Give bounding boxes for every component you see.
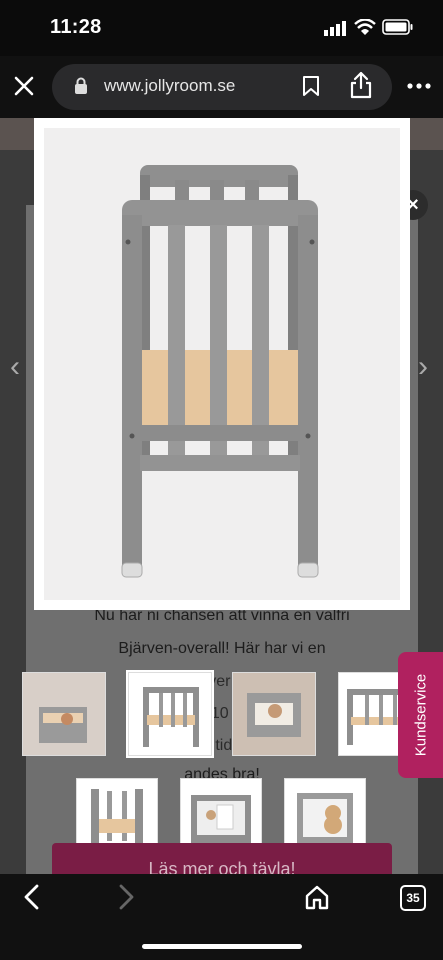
crib-illustration	[121, 165, 319, 578]
customer-service-tab[interactable]: Kundservice	[398, 652, 443, 778]
home-icon[interactable]	[304, 884, 330, 910]
lock-icon	[75, 77, 87, 94]
home-indicator	[142, 944, 302, 949]
wifi-icon	[354, 19, 376, 35]
gallery-thumbnail[interactable]	[22, 672, 106, 756]
status-time: 11:28	[50, 16, 102, 38]
chevron-left-icon[interactable]: ‹	[10, 350, 20, 384]
customer-service-label: Kundservice	[412, 673, 429, 757]
close-icon[interactable]	[14, 76, 34, 96]
chevron-right-icon[interactable]: ›	[418, 350, 428, 384]
forward-arrow-icon[interactable]	[118, 884, 136, 910]
gallery-thumbnail-selected[interactable]	[126, 670, 214, 758]
promo-text-line: Bjärven-overall! Här har vi en	[118, 640, 326, 657]
url-text[interactable]: www.jollyroom.se	[104, 76, 235, 96]
gallery-thumbnail[interactable]	[232, 672, 316, 756]
share-icon[interactable]	[348, 71, 374, 99]
bookmark-icon[interactable]	[302, 75, 320, 97]
cellular-signal-icon	[324, 21, 346, 36]
tab-switcher-button[interactable]: 35	[400, 885, 426, 911]
battery-icon	[382, 19, 413, 35]
back-arrow-icon[interactable]	[22, 884, 40, 910]
more-options-icon[interactable]	[407, 83, 431, 89]
enter-contest-button[interactable]: Läs mer och tävla!	[52, 843, 392, 879]
